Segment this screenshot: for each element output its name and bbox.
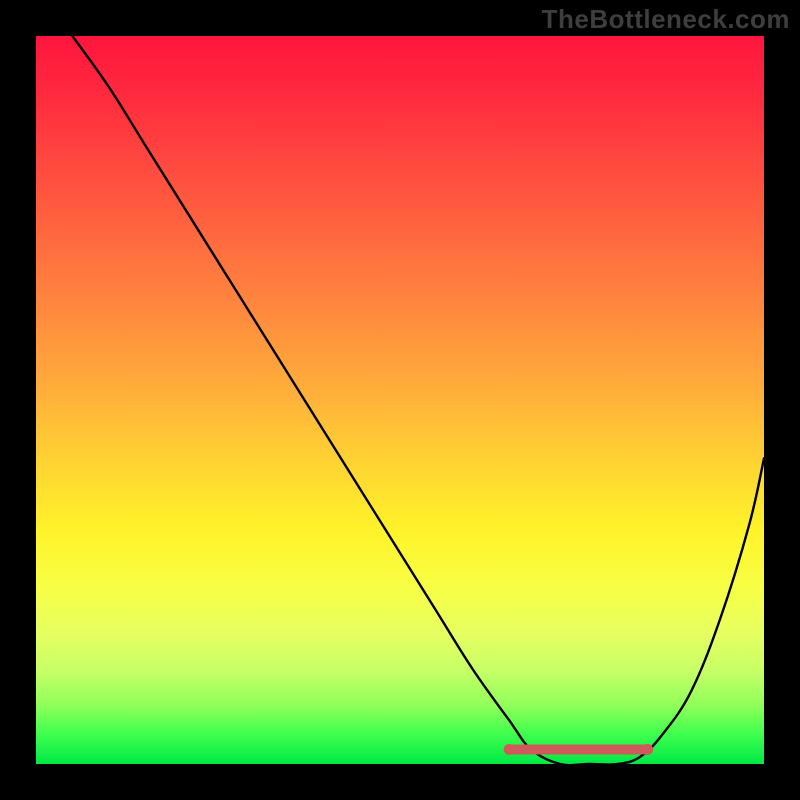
optimum-endpoint-left: [504, 744, 515, 755]
optimum-endpoint-right: [642, 744, 653, 755]
watermark-text: TheBottleneck.com: [542, 4, 790, 35]
chart-frame: TheBottleneck.com: [0, 0, 800, 800]
bottleneck-curve: [72, 36, 764, 764]
curve-svg: [36, 36, 764, 764]
plot-area: [36, 36, 764, 764]
